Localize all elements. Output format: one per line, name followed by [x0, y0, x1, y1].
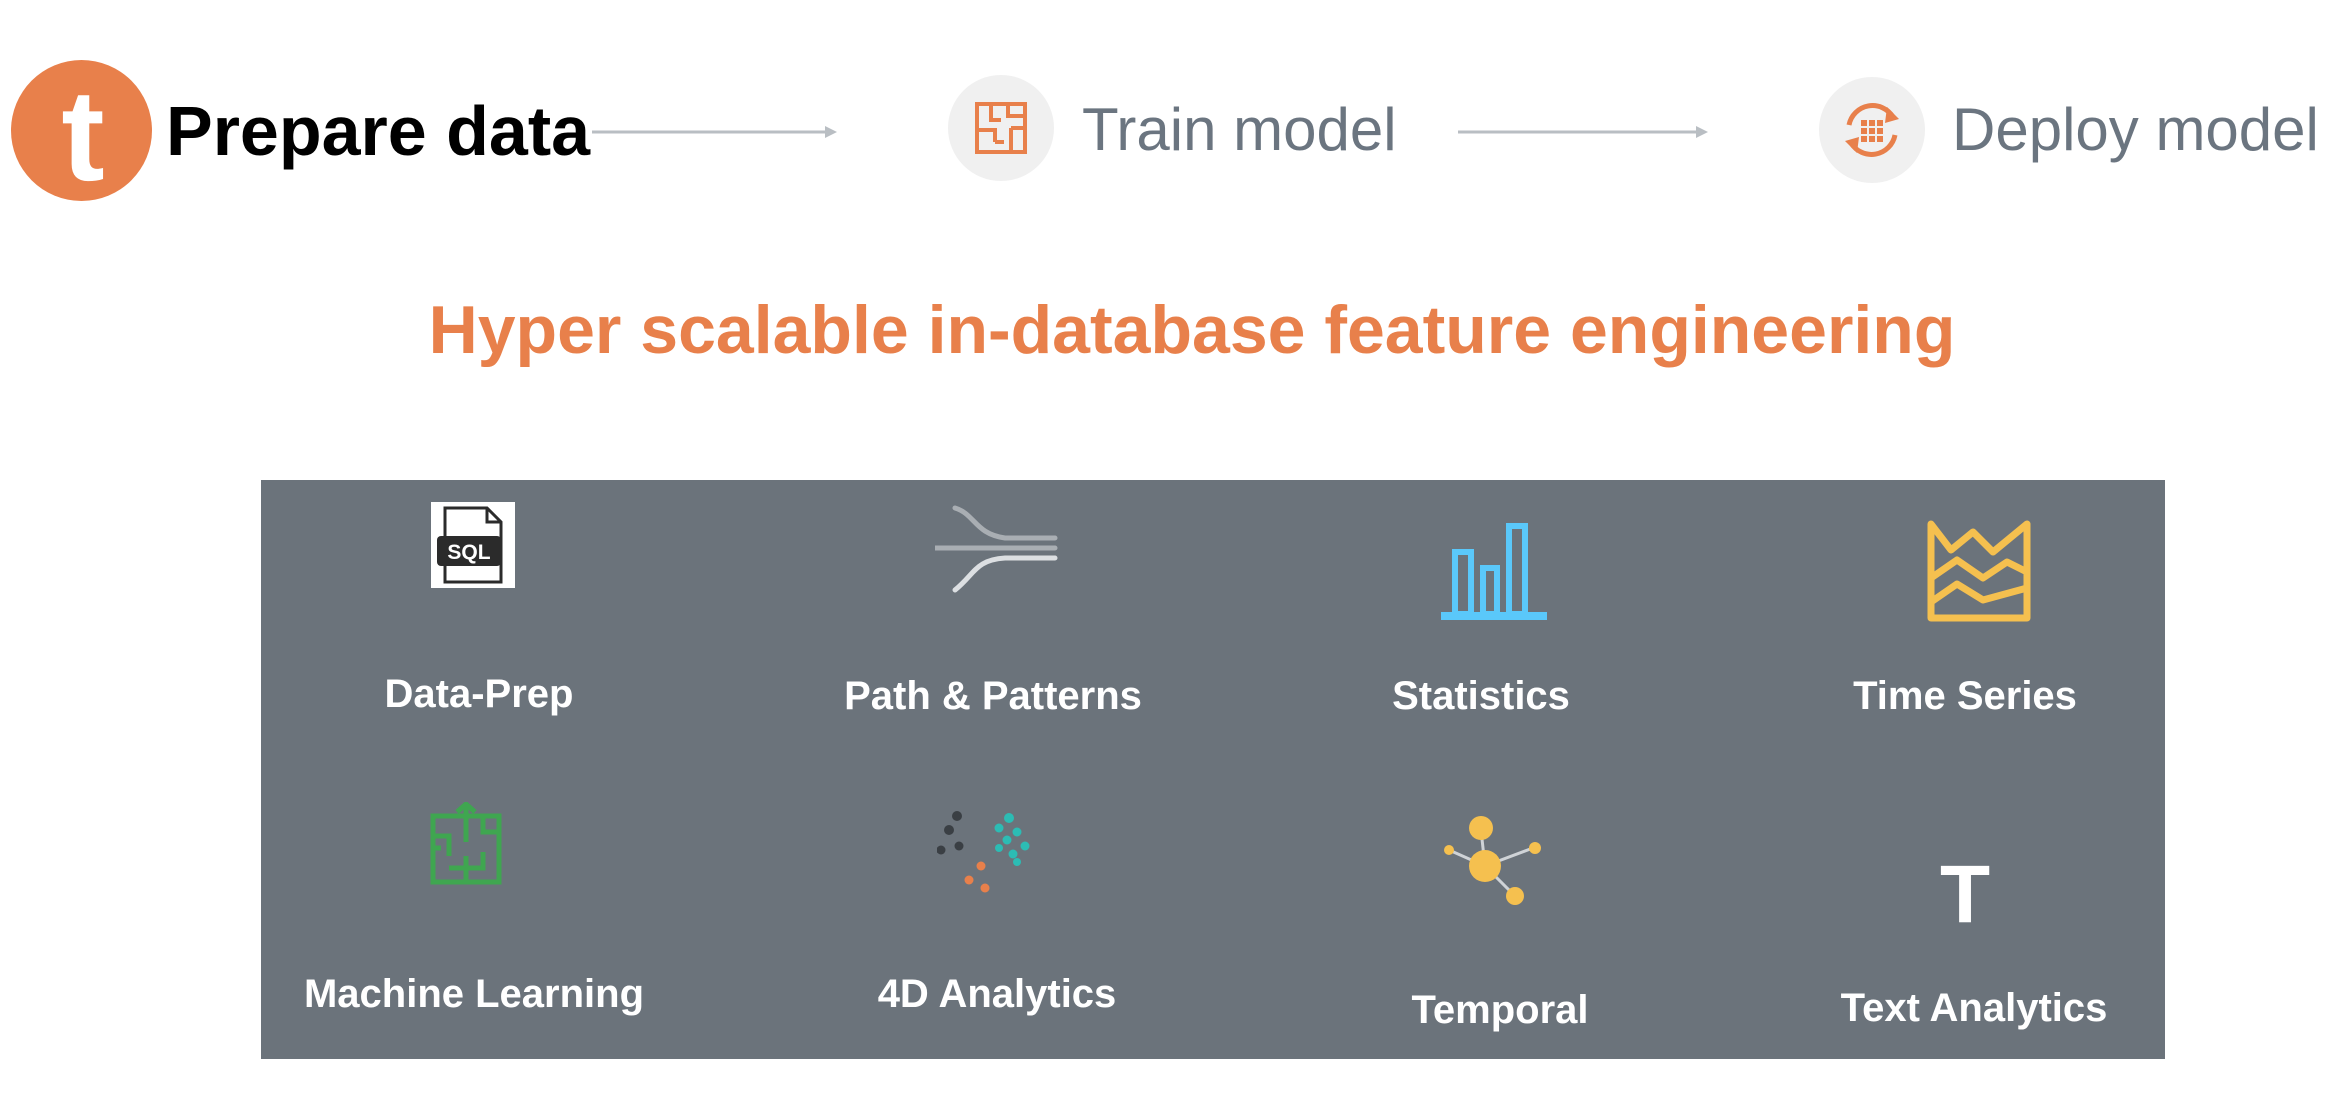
feature-temporal-label: Temporal: [1411, 988, 1589, 1032]
arrow-right-icon: [1458, 126, 1708, 138]
train-model-icon-circle: [948, 75, 1054, 181]
deploy-cycle-icon: [1845, 103, 1899, 157]
feature-machine-learning-label: Machine Learning: [303, 972, 645, 1016]
sql-icon-text: SQL: [447, 541, 490, 564]
feature-4d-analytics-label: 4D Analytics: [877, 972, 1117, 1016]
dot-clusters-icon: [937, 811, 1030, 893]
teradata-logo-icon: t: [11, 60, 152, 201]
feature-statistics-label: Statistics: [1392, 674, 1570, 718]
deploy-model-icon-circle: [1819, 77, 1925, 183]
text-t-icon-glyph: T: [1940, 852, 1990, 932]
feature-path-patterns-label: Path & Patterns: [844, 674, 1142, 718]
bar-chart-icon: [1441, 523, 1547, 620]
feature-text-analytics-label: Text Analytics: [1840, 986, 2108, 1030]
path-merge-icon: [935, 505, 1058, 593]
text-t-icon: T: [1940, 852, 1990, 932]
headline: Hyper scalable in-database feature engin…: [428, 292, 1956, 368]
logo-letter: t: [61, 62, 104, 201]
network-nodes-icon: [1444, 816, 1541, 905]
maze-arrow-icon: [430, 802, 502, 885]
step-prepare-data-label: Prepare data: [166, 92, 591, 170]
slide: t Prepare data Train model Deploy model …: [0, 0, 2336, 1100]
feature-panel: SQL Data-Prep Path & Patterns Statistics: [261, 480, 2165, 1059]
step-deploy-model-label: Deploy model: [1952, 96, 2319, 163]
feature-data-prep-label: Data-Prep: [384, 672, 574, 716]
area-chart-icon: [1927, 520, 2031, 622]
maze-icon: [975, 102, 1027, 154]
arrow-right-icon: [592, 126, 837, 138]
sql-file-icon: SQL: [431, 502, 515, 588]
feature-time-series-label: Time Series: [1853, 674, 2077, 718]
step-train-model-label: Train model: [1082, 96, 1397, 163]
